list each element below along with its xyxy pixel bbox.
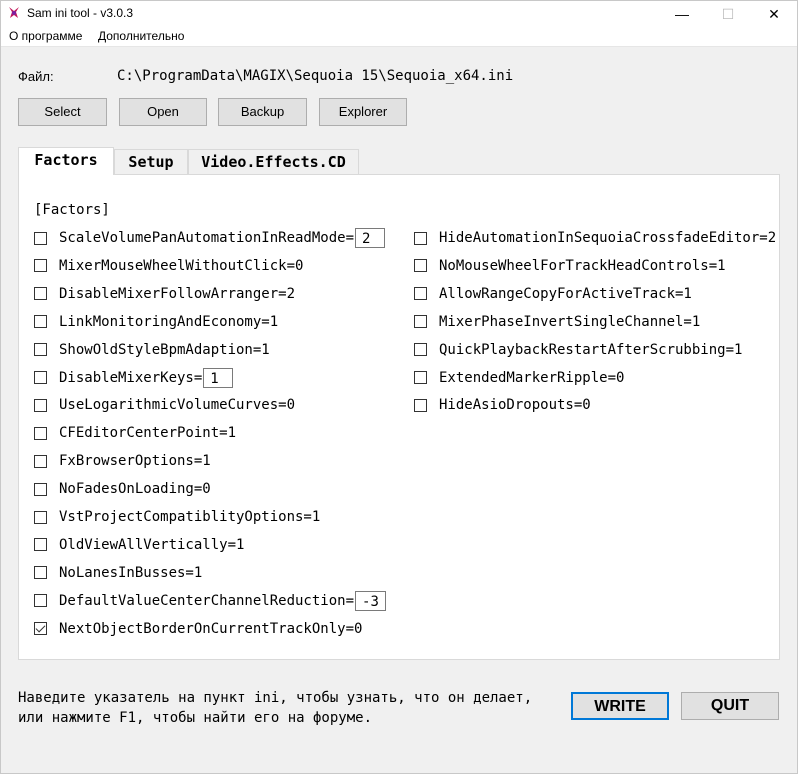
setting-label: HideAutomationInSequoiaCrossfadeEditor=2	[439, 230, 777, 246]
right-setting-item[interactable]: MixerPhaseInvertSingleChannel=1	[414, 312, 700, 332]
backup-button[interactable]: Backup	[218, 98, 307, 126]
left-setting-item[interactable]: ShowOldStyleBpmAdaption=1	[34, 340, 270, 360]
right-setting-item[interactable]: HideAsioDropouts=0	[414, 395, 591, 415]
checkbox[interactable]	[34, 426, 47, 440]
setting-label: AllowRangeCopyForActiveTrack=1	[439, 285, 692, 302]
checkbox[interactable]	[34, 315, 47, 329]
left-setting-item[interactable]: OldViewAllVertically=1	[34, 535, 244, 555]
left-setting-item[interactable]: CFEditorCenterPoint=1	[34, 423, 236, 443]
setting-label: UseLogarithmicVolumeCurves=0	[59, 397, 296, 414]
file-label: Файл:	[18, 69, 54, 84]
app-logo-icon	[9, 7, 19, 18]
open-button[interactable]: Open	[119, 98, 207, 126]
checkbox[interactable]	[34, 594, 47, 608]
checkbox[interactable]	[34, 482, 47, 496]
right-setting-item[interactable]: AllowRangeCopyForActiveTrack=1	[414, 284, 692, 304]
explorer-button[interactable]: Explorer	[319, 98, 407, 126]
value-input[interactable]: 2	[355, 228, 386, 248]
minimize-button[interactable]: —	[659, 1, 705, 27]
window-title: Sam ini tool - v3.0.3	[27, 6, 134, 20]
checkbox[interactable]	[34, 343, 47, 357]
setting-label: FxBrowserOptions=1	[59, 453, 211, 470]
hint-line: или нажмите F1, чтобы найти его на форум…	[18, 710, 373, 726]
setting-label: DisableMixerFollowArranger=2	[59, 285, 296, 302]
setting-label: ExtendedMarkerRipple=0	[439, 369, 625, 386]
setting-label: NoFadesOnLoading=0	[59, 481, 211, 498]
left-setting-item[interactable]: ScaleVolumePanAutomationInReadMode= 2	[34, 228, 386, 248]
value-input[interactable]: 1	[203, 367, 234, 388]
left-setting-item[interactable]: UseLogarithmicVolumeCurves=0	[34, 395, 295, 415]
setting-label: DefaultValueCenterChannelReduction=	[59, 592, 355, 609]
setting-label: NextObjectBorderOnCurrentTrackOnly=0	[59, 620, 363, 637]
select-button[interactable]: Select	[18, 98, 107, 126]
left-setting-item[interactable]: DefaultValueCenterChannelReduction= -3	[34, 590, 386, 611]
right-setting-item[interactable]: ExtendedMarkerRipple=0	[414, 368, 624, 388]
file-path: C:\ProgramData\MAGIX\Sequoia 15\Sequoia_…	[117, 68, 514, 84]
value-input[interactable]: -3	[355, 590, 386, 611]
setting-label: MixerPhaseInvertSingleChannel=1	[439, 313, 701, 330]
checkbox[interactable]	[414, 259, 427, 273]
setting-label: DisableMixerKeys=	[59, 369, 203, 386]
menu-bar: О программе Дополнительно	[1, 27, 797, 47]
checkbox[interactable]	[414, 371, 427, 384]
menu-advanced[interactable]: Дополнительно	[98, 29, 184, 43]
hint-line: Наведите указатель на пункт ini, чтобы у…	[18, 690, 533, 706]
tab-setup[interactable]: Setup	[114, 149, 188, 175]
checkbox[interactable]	[414, 343, 427, 357]
tab-video-effects-cd[interactable]: Video.Effects.CD	[188, 149, 359, 175]
left-setting-item[interactable]: DisableMixerKeys= 1	[34, 367, 234, 388]
checkbox[interactable]	[34, 398, 47, 412]
setting-label: QuickPlaybackRestartAfterScrubbing=1	[439, 341, 743, 358]
left-setting-item[interactable]: NextObjectBorderOnCurrentTrackOnly=0	[34, 619, 362, 639]
tab-factors[interactable]: Factors	[18, 147, 114, 175]
checkbox[interactable]	[34, 259, 47, 273]
setting-label: ShowOldStyleBpmAdaption=1	[59, 341, 270, 358]
left-setting-item[interactable]: MixerMouseWheelWithoutClick=0	[34, 256, 303, 276]
checkbox[interactable]	[34, 566, 47, 580]
setting-label: LinkMonitoringAndEconomy=1	[59, 313, 279, 330]
checkbox[interactable]	[34, 538, 47, 552]
left-setting-item[interactable]: DisableMixerFollowArranger=2	[34, 284, 295, 304]
app-window: Sam ini tool - v3.0.3 — ☐ ✕ О программе …	[0, 0, 798, 774]
setting-label: MixerMouseWheelWithoutClick=0	[59, 257, 304, 274]
checkbox[interactable]	[34, 622, 47, 636]
left-setting-item[interactable]: NoFadesOnLoading=0	[34, 479, 211, 499]
section-header: [Factors]	[34, 202, 110, 218]
quit-button[interactable]: QUIT	[681, 692, 779, 720]
checkbox[interactable]	[414, 231, 427, 245]
checkbox[interactable]	[414, 287, 427, 301]
setting-label: CFEditorCenterPoint=1	[59, 425, 237, 442]
setting-label: ScaleVolumePanAutomationInReadMode=	[59, 230, 355, 246]
checkbox[interactable]	[34, 287, 47, 301]
left-setting-item[interactable]: FxBrowserOptions=1	[34, 451, 211, 471]
checkbox[interactable]	[34, 231, 47, 245]
write-button[interactable]: WRITE	[571, 692, 669, 720]
setting-label: VstProjectCompatiblityOptions=1	[59, 509, 321, 525]
left-setting-item[interactable]: VstProjectCompatiblityOptions=1	[34, 507, 320, 527]
checkbox[interactable]	[34, 371, 47, 384]
right-setting-item[interactable]: HideAutomationInSequoiaCrossfadeEditor=2	[414, 228, 776, 248]
setting-label: HideAsioDropouts=0	[439, 397, 591, 414]
checkbox[interactable]	[414, 398, 427, 412]
right-setting-item[interactable]: NoMouseWheelForTrackHeadControls=1	[414, 256, 726, 276]
hint-text: Наведите указатель на пункт ini, чтобы у…	[18, 688, 532, 728]
setting-label: NoLanesInBusses=1	[59, 564, 203, 581]
left-setting-item[interactable]: NoLanesInBusses=1	[34, 563, 202, 583]
right-setting-item[interactable]: QuickPlaybackRestartAfterScrubbing=1	[414, 340, 742, 360]
close-button[interactable]: ✕	[751, 1, 797, 27]
title-bar[interactable]: Sam ini tool - v3.0.3 — ☐ ✕	[1, 1, 797, 27]
menu-about[interactable]: О программе	[9, 29, 82, 43]
checkbox[interactable]	[34, 510, 47, 524]
checkbox[interactable]	[34, 454, 47, 468]
setting-label: OldViewAllVertically=1	[59, 536, 245, 553]
left-setting-item[interactable]: LinkMonitoringAndEconomy=1	[34, 312, 278, 332]
setting-label: NoMouseWheelForTrackHeadControls=1	[439, 257, 726, 274]
checkbox[interactable]	[414, 315, 427, 329]
maximize-button[interactable]: ☐	[705, 1, 751, 27]
